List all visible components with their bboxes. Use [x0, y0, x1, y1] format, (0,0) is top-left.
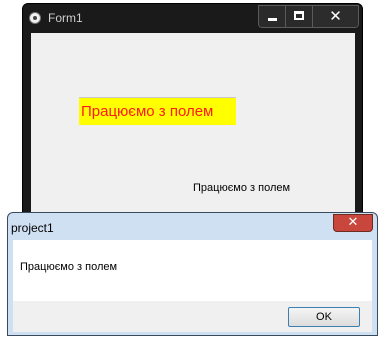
form1-close-button[interactable]: ✕ — [313, 6, 358, 27]
message-box-body: Працюємо з полем — [13, 240, 372, 301]
message-text: Працюємо з полем — [20, 261, 118, 273]
result-label: Працюємо з полем — [193, 182, 291, 194]
form1-client-area: Працюємо з полем — [31, 33, 355, 238]
close-icon: ✕ — [347, 215, 359, 230]
close-icon: ✕ — [329, 7, 342, 25]
form1-titlebar[interactable]: Form1 ✕ — [23, 4, 362, 32]
message-box-window: project1 ✕ Працюємо з полем OK — [7, 212, 378, 336]
app-icon[interactable] — [29, 12, 41, 24]
maximize-button[interactable] — [286, 6, 313, 27]
edit-field[interactable] — [79, 97, 236, 125]
form1-window: Form1 ✕ Працюємо з полем — [22, 3, 363, 238]
form1-title: Form1 — [48, 11, 83, 25]
message-box-close-button[interactable]: ✕ — [333, 214, 373, 232]
minimize-icon — [268, 18, 277, 21]
maximize-icon — [294, 11, 304, 20]
message-box-footer: OK — [13, 301, 372, 332]
caption-buttons: ✕ — [258, 5, 359, 28]
ok-button[interactable]: OK — [288, 307, 360, 327]
message-box-title: project1 — [11, 221, 54, 235]
minimize-button[interactable] — [259, 6, 286, 27]
